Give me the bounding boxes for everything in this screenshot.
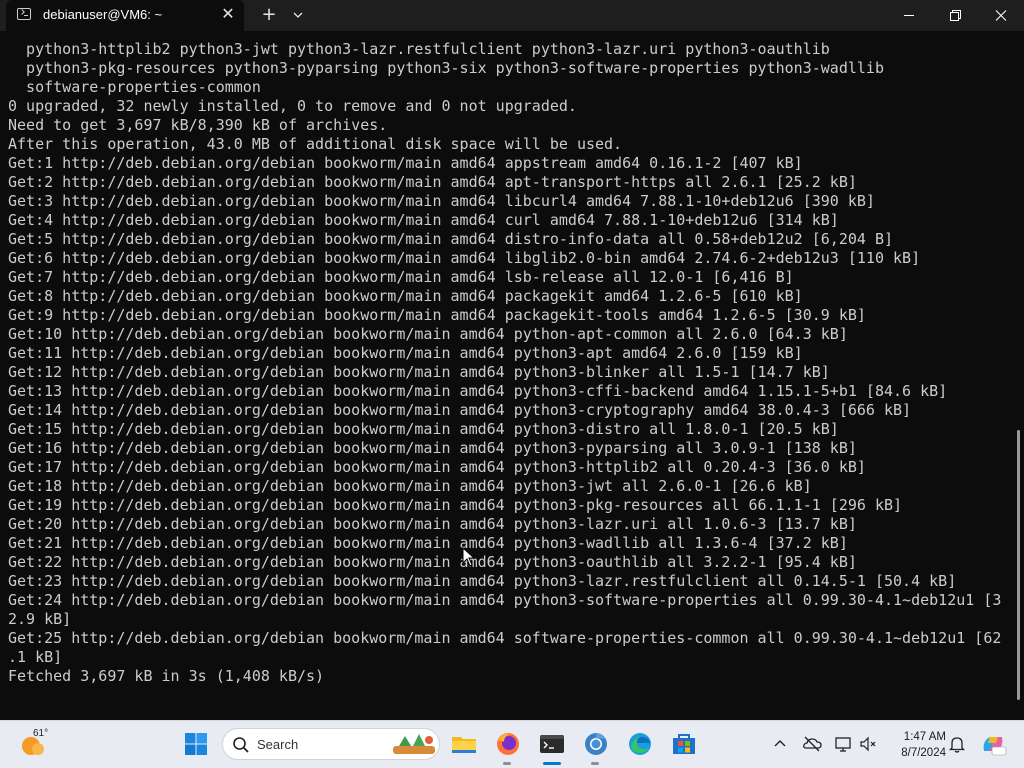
terminal-line: Get:10 http://deb.debian.org/debian book… xyxy=(8,325,848,343)
onedrive-tray-button[interactable] xyxy=(802,734,822,754)
terminal-window: debianuser@VM6: ~ ✕ + python3-httplib2 p… xyxy=(0,0,1024,720)
terminal-line: Get:2 http://deb.debian.org/debian bookw… xyxy=(8,173,857,191)
taskbar-clock[interactable]: 1:47 AM 8/7/2024 xyxy=(884,729,946,761)
start-button[interactable] xyxy=(181,729,211,759)
clock-time: 1:47 AM xyxy=(903,731,946,743)
minimize-button[interactable] xyxy=(886,0,932,31)
chevron-up-icon xyxy=(774,740,786,747)
terminal-line: Get:14 http://deb.debian.org/debian book… xyxy=(8,401,912,419)
scrollbar-thumb[interactable] xyxy=(1017,430,1020,700)
terminal-line: python3-pkg-resources python3-pyparsing … xyxy=(8,59,884,77)
title-bar[interactable]: debianuser@VM6: ~ ✕ + xyxy=(0,0,1024,31)
terminal-line: Get:22 http://deb.debian.org/debian book… xyxy=(8,553,857,571)
terminal-line: Get:7 http://deb.debian.org/debian bookw… xyxy=(8,268,794,286)
terminal-button[interactable] xyxy=(537,729,567,759)
terminal-output[interactable]: python3-httplib2 python3-jwt python3-laz… xyxy=(8,40,1008,686)
terminal-line: Get:4 http://deb.debian.org/debian bookw… xyxy=(8,211,839,229)
taskbar-search-box[interactable]: Search xyxy=(222,728,440,760)
terminal-line: Get:19 http://deb.debian.org/debian book… xyxy=(8,496,903,514)
chrome-icon xyxy=(585,733,607,755)
terminal-line: Get:20 http://deb.debian.org/debian book… xyxy=(8,515,857,533)
firefox-button[interactable] xyxy=(493,729,523,759)
clock-date: 8/7/2024 xyxy=(901,747,946,759)
terminal-line: After this operation, 43.0 MB of additio… xyxy=(8,135,623,153)
edge-icon xyxy=(629,733,651,755)
notification-bell-icon xyxy=(948,737,966,753)
weather-temperature: 61° xyxy=(33,728,49,739)
terminal-line: Get:1 http://deb.debian.org/debian bookw… xyxy=(8,154,803,172)
chrome-button[interactable] xyxy=(581,729,611,759)
terminal-line: Get:11 http://deb.debian.org/debian book… xyxy=(8,344,803,362)
volume-icon xyxy=(860,736,876,752)
terminal-line: Get:17 http://deb.debian.org/debian book… xyxy=(8,458,866,476)
maximize-button[interactable] xyxy=(932,0,978,31)
copilot-icon xyxy=(983,737,1007,756)
microsoft-store-button[interactable] xyxy=(669,729,699,759)
file-explorer-icon xyxy=(452,737,476,753)
terminal-line: Get:23 http://deb.debian.org/debian book… xyxy=(8,572,957,590)
terminal-line: 0 upgraded, 32 newly installed, 0 to rem… xyxy=(8,97,577,115)
close-window-button[interactable] xyxy=(978,0,1024,31)
terminal-line: Get:13 http://deb.debian.org/debian book… xyxy=(8,382,948,400)
terminal-line: .1 kB] xyxy=(8,648,63,666)
terminal-line: Get:3 http://deb.debian.org/debian bookw… xyxy=(8,192,875,210)
copilot-button[interactable] xyxy=(978,729,1008,759)
file-explorer-button[interactable] xyxy=(449,729,479,759)
terminal-active-indicator xyxy=(543,762,561,765)
network-icon xyxy=(835,737,851,752)
tab-close-button[interactable]: ✕ xyxy=(218,4,238,24)
minimize-icon xyxy=(904,15,914,16)
terminal-tab-icon xyxy=(17,8,31,20)
terminal-line: Get:9 http://deb.debian.org/debian bookw… xyxy=(8,306,866,324)
windows-start-icon xyxy=(185,733,207,755)
close-icon xyxy=(995,10,1007,21)
edge-button[interactable] xyxy=(625,729,655,759)
terminal-line: Get:15 http://deb.debian.org/debian book… xyxy=(8,420,839,438)
terminal-line: Get:8 http://deb.debian.org/debian bookw… xyxy=(8,287,803,305)
firefox-running-indicator xyxy=(503,762,511,765)
firefox-icon xyxy=(497,733,519,755)
terminal-line: Get:25 http://deb.debian.org/debian book… xyxy=(8,629,1002,647)
terminal-line: Get:6 http://deb.debian.org/debian bookw… xyxy=(8,249,921,267)
terminal-line: Get:5 http://deb.debian.org/debian bookw… xyxy=(8,230,894,248)
terminal-line: python3-httplib2 python3-jwt python3-laz… xyxy=(8,40,830,58)
terminal-line: Need to get 3,697 kB/8,390 kB of archive… xyxy=(8,116,388,134)
network-tray-button[interactable] xyxy=(834,734,854,754)
chevron-down-icon xyxy=(293,12,303,18)
terminal-line: Get:24 http://deb.debian.org/debian book… xyxy=(8,591,1002,609)
notifications-button[interactable] xyxy=(947,734,967,754)
onedrive-icon xyxy=(803,736,822,752)
terminal-line: Get:12 http://deb.debian.org/debian book… xyxy=(8,363,830,381)
tab-terminal[interactable]: debianuser@VM6: ~ ✕ xyxy=(6,0,244,31)
search-placeholder: Search xyxy=(257,737,299,752)
microsoft-store-icon xyxy=(673,734,695,754)
volume-tray-button[interactable] xyxy=(858,734,878,754)
chrome-running-indicator xyxy=(591,762,599,765)
tab-title: debianuser@VM6: ~ xyxy=(43,7,163,22)
terminal-line: software-properties-common xyxy=(8,78,261,96)
tab-dropdown-button[interactable] xyxy=(288,5,308,25)
terminal-line: 2.9 kB] xyxy=(8,610,72,628)
terminal-line: Fetched 3,697 kB in 3s (1,408 kB/s) xyxy=(8,667,325,685)
show-hidden-icons-button[interactable] xyxy=(770,734,790,754)
terminal-line: Get:21 http://deb.debian.org/debian book… xyxy=(8,534,848,552)
terminal-icon xyxy=(540,735,564,753)
restore-icon xyxy=(950,10,961,21)
search-icon xyxy=(233,737,249,753)
new-tab-button[interactable]: + xyxy=(259,4,279,26)
search-highlight-icon xyxy=(393,734,435,754)
terminal-line: Get:16 http://deb.debian.org/debian book… xyxy=(8,439,857,457)
mouse-pointer-icon xyxy=(462,547,476,567)
terminal-line: Get:18 http://deb.debian.org/debian book… xyxy=(8,477,812,495)
taskbar: 61° Search 1:47 AM 8/7/2024 xyxy=(0,720,1024,768)
